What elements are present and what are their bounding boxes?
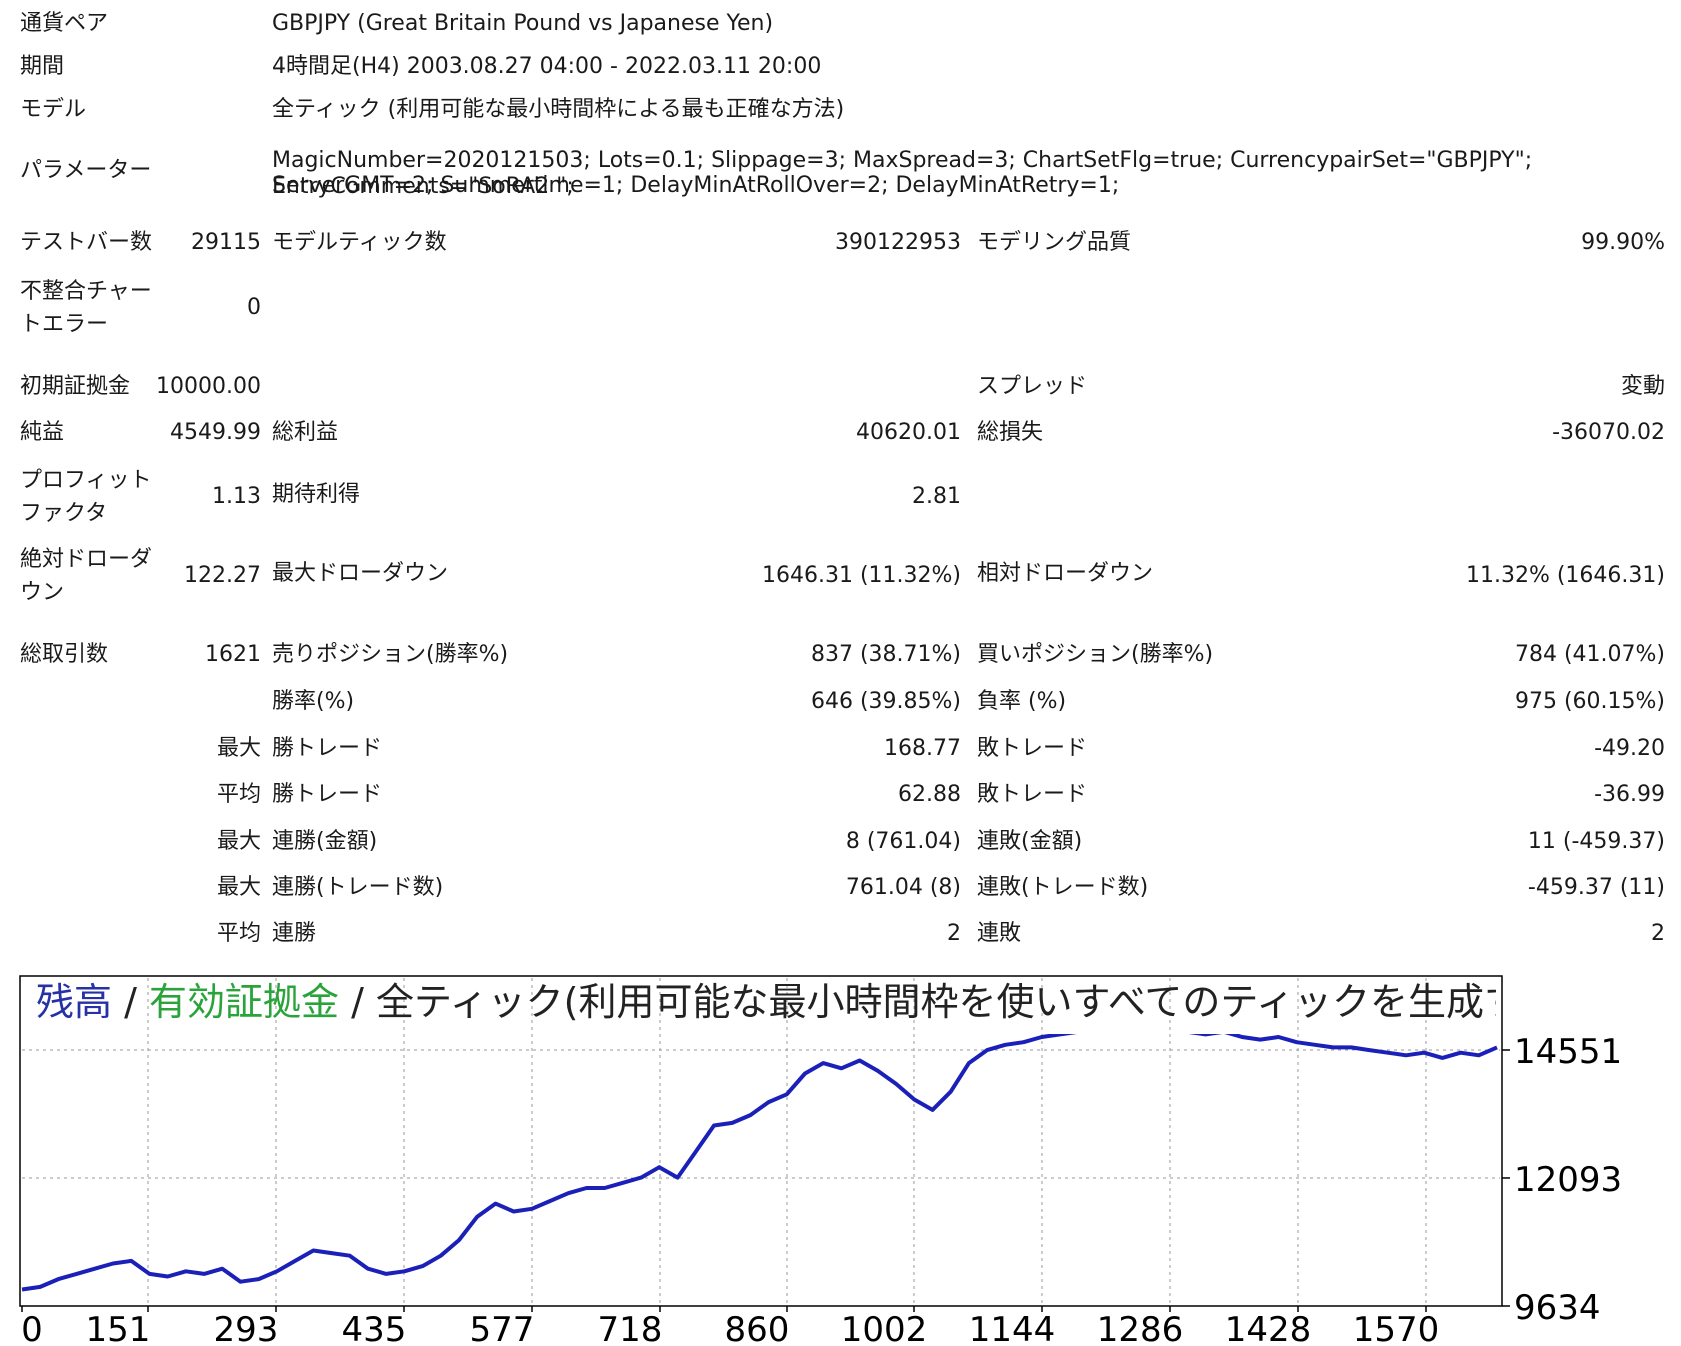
chart-title-rest: / 全ティック(利用可能な最小時間枠を使いすべてのティックを生成する、最も	[351, 980, 1496, 1024]
bars-value: 29115	[191, 230, 261, 255]
ticks-value: 390122953	[835, 230, 961, 255]
gross-profit-value: 40620.01	[856, 420, 961, 445]
x-tick-label: 1428	[1225, 1310, 1312, 1346]
short-value: 837 (38.71%)	[810, 642, 961, 667]
largest-win-label: 勝トレード	[272, 736, 383, 761]
model-label: モデル	[20, 97, 87, 122]
mismatch-value: 0	[247, 295, 261, 320]
chart-title: 残高 / 有効証拠金 / 全ティック(利用可能な最小時間枠を使いすべてのティック…	[36, 978, 1496, 1026]
long-label: 買いポジション(勝率%)	[977, 642, 1214, 667]
pair-label: 通貨ペア	[20, 11, 109, 36]
balance-chart: 0 151 293 435 577 718 860 1002 1144 1286 1428 1570 9…	[0, 958, 1681, 1346]
consec-loss-count-label: 連敗(トレード数)	[977, 875, 1149, 900]
avg-consec-win-label: 連勝	[272, 921, 317, 946]
avg-label-2: 平均	[216, 921, 261, 946]
ticks-label: モデルティック数	[272, 230, 447, 255]
avg-consec-loss-label: 連敗	[977, 921, 1022, 946]
loss-value: 975 (60.15%)	[1514, 689, 1665, 714]
consec-loss-count-value: -459.37 (11)	[1527, 875, 1665, 900]
gross-loss-value: -36070.02	[1552, 420, 1665, 445]
quality-value: 99.90%	[1581, 230, 1665, 255]
largest-loss-label: 敗トレード	[977, 736, 1088, 761]
consec-win-money-value: 8 (761.04)	[845, 829, 961, 854]
largest-win-value: 168.77	[884, 736, 961, 761]
x-tick-label: 1144	[969, 1310, 1056, 1346]
chart-title-equity: 有効証拠金	[148, 980, 339, 1024]
win-value: 646 (39.85%)	[810, 689, 961, 714]
mismatch-label: 不整合チャートエラー	[20, 279, 152, 337]
model-value: 全ティック (利用可能な最小時間枠による最も正確な方法)	[272, 97, 845, 122]
avg-win-value: 62.88	[898, 782, 961, 807]
avg-consec-loss-value: 2	[1651, 921, 1665, 946]
abs-dd-label: 絶対ドローダウン	[20, 547, 153, 605]
expected-label: 期待利得	[272, 482, 361, 507]
expected-value: 2.81	[912, 484, 961, 509]
short-label: 売りポジション(勝率%)	[272, 642, 509, 667]
x-tick-label: 718	[598, 1310, 663, 1346]
rel-dd-label: 相対ドローダウン	[977, 561, 1154, 586]
y-tick-label: 9634	[1514, 1288, 1601, 1328]
long-value: 784 (41.07%)	[1514, 642, 1665, 667]
params-label: パラメーター	[20, 158, 152, 183]
consec-loss-money-label: 連敗(金額)	[977, 829, 1083, 854]
abs-dd-value: 122.27	[184, 563, 261, 588]
gross-profit-label: 総利益	[272, 420, 339, 445]
x-tick-label: 0	[21, 1310, 43, 1346]
win-label: 勝率(%)	[272, 689, 355, 714]
trades-label: 総取引数	[20, 642, 109, 667]
bars-label: テストバー数	[20, 230, 153, 255]
deposit-value: 10000.00	[156, 374, 261, 399]
max-label-2: 最大	[216, 875, 261, 900]
net-value: 4549.99	[170, 420, 261, 445]
loss-label: 負率 (%)	[977, 689, 1067, 714]
period-value: 4時間足(H4) 2003.08.27 04:00 - 2022.03.11 2…	[272, 54, 822, 79]
max-dd-value: 1646.31 (11.32%)	[761, 563, 961, 588]
pf-label: プロフィットファクタ	[20, 468, 152, 526]
max-label-1: 最大	[216, 829, 261, 854]
x-tick-label: 1570	[1353, 1310, 1440, 1346]
rel-dd-value: 11.32% (1646.31)	[1465, 563, 1665, 588]
chart-title-sep: /	[112, 980, 149, 1024]
pf-value: 1.13	[212, 484, 261, 509]
deposit-label: 初期証拠金	[20, 374, 131, 399]
avg-consec-win-value: 2	[947, 921, 961, 946]
x-tick-label: 1286	[1097, 1310, 1184, 1346]
net-label: 純益	[20, 420, 65, 445]
spread-value: 変動	[1620, 374, 1665, 399]
avg-win-label: 勝トレード	[272, 782, 383, 807]
x-tick-label: 1002	[841, 1310, 928, 1346]
period-label: 期間	[20, 54, 65, 79]
y-tick-label: 14551	[1514, 1032, 1622, 1072]
spread-label: スプレッド	[977, 374, 1088, 399]
x-tick-label: 577	[470, 1310, 535, 1346]
x-tick-label: 435	[342, 1310, 407, 1346]
avg-loss-label: 敗トレード	[977, 782, 1088, 807]
trades-value: 1621	[205, 642, 261, 667]
pair-value: GBPJPY (Great Britain Pound vs Japanese …	[272, 11, 774, 36]
gross-loss-label: 総損失	[977, 420, 1044, 445]
avg-loss-value: -36.99	[1594, 782, 1665, 807]
max-dd-label: 最大ドローダウン	[272, 561, 449, 586]
quality-label: モデリング品質	[977, 230, 1132, 255]
y-tick-label: 12093	[1514, 1160, 1622, 1200]
x-tick-label: 151	[86, 1310, 151, 1346]
x-tick-label: 293	[214, 1310, 279, 1346]
chart-title-balance: 残高	[36, 980, 113, 1024]
x-tick-label: 860	[725, 1310, 790, 1346]
consec-loss-money-value: 11 (-459.37)	[1527, 829, 1665, 854]
consec-win-count-value: 761.04 (8)	[845, 875, 961, 900]
largest-label: 最大	[216, 736, 261, 761]
largest-loss-value: -49.20	[1594, 736, 1665, 761]
params-line-2: ServerGMT=2; Summertime=1; DelayMinAtRol…	[272, 173, 1120, 198]
consec-win-count-label: 連勝(トレード数)	[272, 875, 444, 900]
consec-win-money-label: 連勝(金額)	[272, 829, 378, 854]
average-label: 平均	[216, 782, 261, 807]
